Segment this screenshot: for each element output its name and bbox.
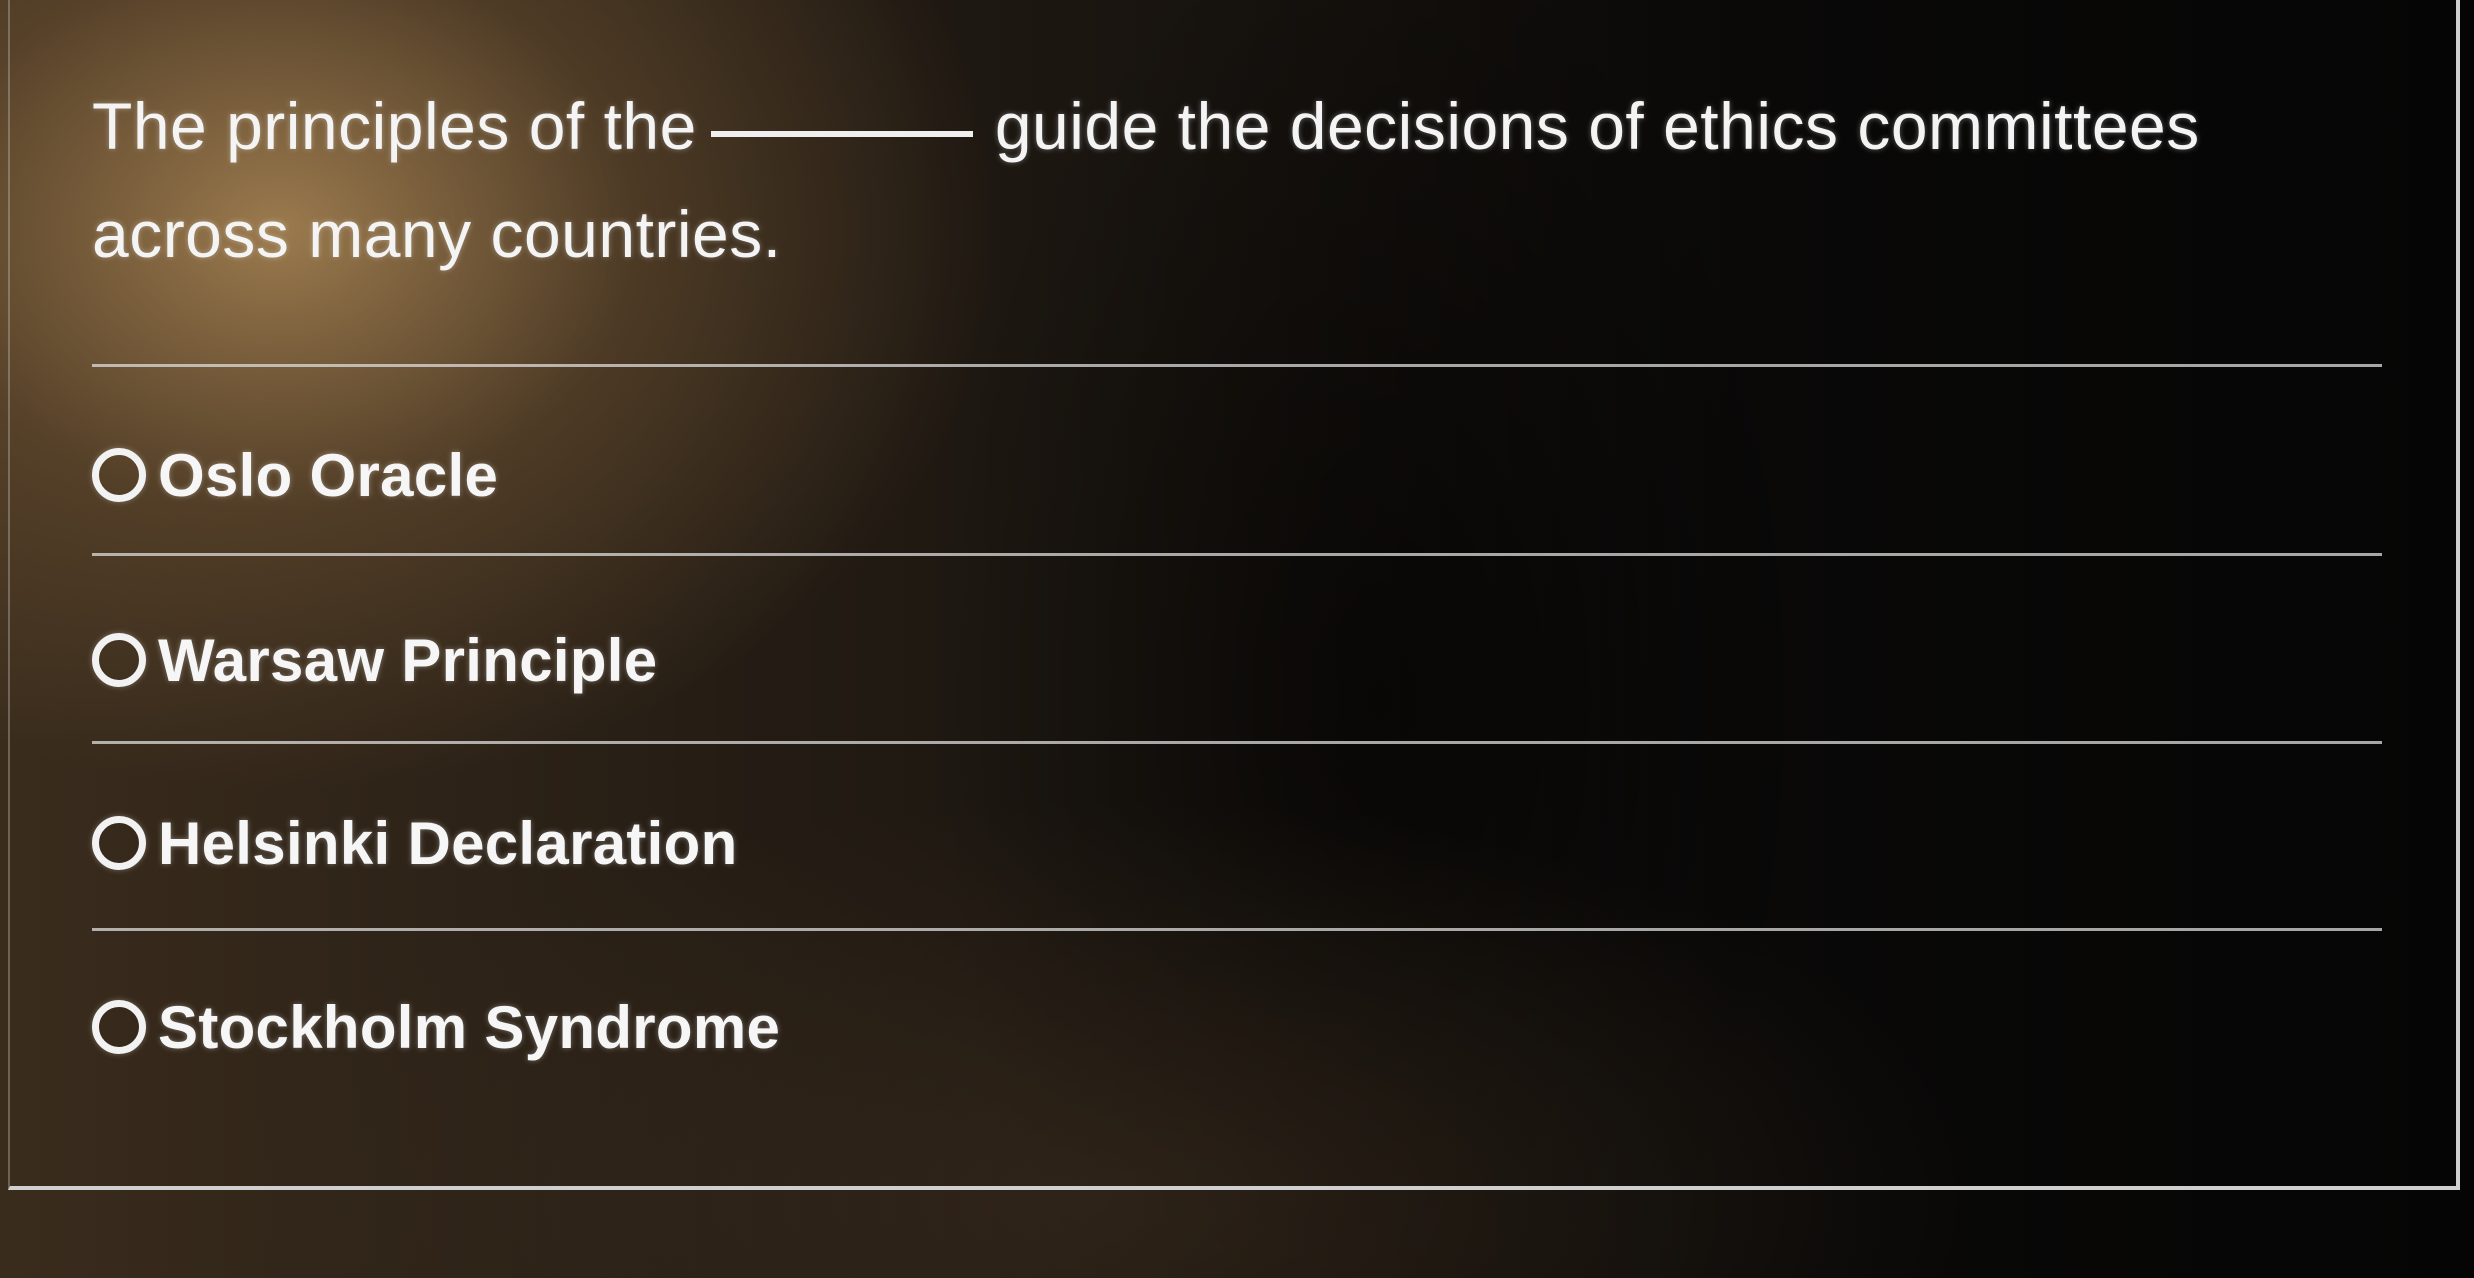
option-label: Helsinki Declaration — [158, 809, 738, 877]
question-panel: The principles of the guide the decisions… — [8, 0, 2460, 1190]
option-stockholm-syndrome[interactable]: Stockholm Syndrome — [92, 972, 780, 1082]
radio-button-icon[interactable] — [92, 816, 146, 870]
option-helsinki-declaration[interactable]: Helsinki Declaration — [92, 788, 738, 898]
radio-button-icon[interactable] — [92, 1000, 146, 1054]
option-label: Stockholm Syndrome — [158, 993, 781, 1061]
divider — [92, 364, 2382, 367]
option-oslo-oracle[interactable]: Oslo Oracle — [92, 420, 498, 530]
fill-in-blank — [710, 131, 973, 137]
question-text: The principles of the guide the decisions… — [92, 72, 2352, 288]
divider — [92, 928, 2382, 931]
radio-button-icon[interactable] — [92, 448, 146, 502]
option-label: Oslo Oracle — [158, 441, 499, 509]
radio-button-icon[interactable] — [92, 633, 146, 687]
divider — [92, 553, 2382, 556]
question-text-before-blank: The principles of the — [92, 89, 697, 163]
divider — [92, 741, 2382, 744]
option-label: Warsaw Principle — [158, 626, 658, 694]
option-warsaw-principle[interactable]: Warsaw Principle — [92, 605, 657, 715]
